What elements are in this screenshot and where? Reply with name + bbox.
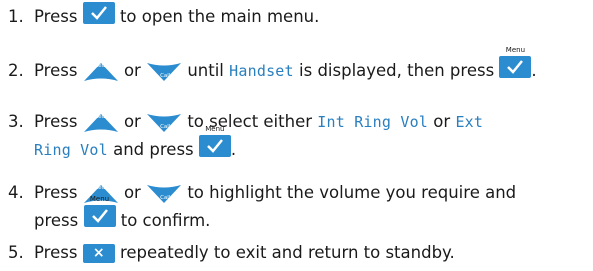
calls-caption: Calls — [160, 72, 174, 79]
calls-down-key-icon: Calls — [146, 184, 182, 204]
step-text: Press — [34, 112, 78, 131]
step-text: is displayed, then press — [299, 61, 495, 80]
checkmark-icon — [90, 5, 107, 20]
calls-down-key-icon: Calls — [146, 113, 182, 133]
step-number: 5. — [8, 243, 24, 262]
step-3: 3. Press Redial or Calls to select either… — [8, 111, 588, 161]
step-text: or — [433, 112, 451, 131]
close-icon: × — [92, 245, 105, 261]
step-text: . — [531, 61, 537, 80]
calls-caption: Calls — [160, 123, 174, 130]
calls-down-key-icon: Calls — [146, 62, 182, 82]
redial-up-key-icon: Redial — [83, 62, 119, 82]
step-2: 2. Press Redial or Calls until Handset is… — [8, 46, 588, 82]
lcd-text-handset: Handset — [229, 62, 294, 80]
step-text: Press — [34, 243, 78, 262]
checkmark-icon — [91, 209, 108, 223]
step-3-continuation: Ring Vol and press Menu . — [8, 125, 588, 161]
menu-key-icon: Menu — [82, 1, 115, 24]
step-text: until — [187, 61, 224, 80]
step-text: to confirm. — [120, 210, 211, 230]
lcd-text-ext: Ext — [455, 113, 484, 131]
redial-caption: Redial — [94, 113, 112, 120]
step-number: 1. — [8, 7, 24, 26]
step-number: 4. — [8, 183, 24, 202]
step-4-continuation: press Menu to confirm. — [8, 196, 588, 231]
step-text: press — [34, 210, 79, 230]
step-text: Press — [34, 7, 78, 26]
redial-caption: Redial — [94, 62, 112, 69]
menu-caption: Menu — [89, 195, 110, 203]
redial-caption: Redial — [94, 184, 112, 191]
step-1: 1. Press Menu to open the main menu. — [8, 1, 588, 27]
redial-up-key-icon: Redial — [83, 113, 119, 133]
menu-caption: Menu — [505, 45, 526, 54]
step-text: to open the main menu. — [119, 7, 320, 26]
menu-key-icon: Menu — [499, 46, 532, 78]
calls-caption: Calls — [160, 194, 174, 201]
checkmark-icon — [207, 138, 223, 153]
step-number: 2. — [8, 61, 24, 80]
step-text: Press — [34, 183, 78, 202]
step-text: or — [123, 183, 141, 202]
step-text: repeatedly to exit and return to standby… — [119, 243, 455, 262]
step-5: 5. Press × repeatedly to exit and return … — [8, 242, 588, 263]
step-4: 4. Press Redial or Calls to highlight the… — [8, 182, 588, 231]
lcd-text-ring-vol: Ring Vol — [34, 141, 108, 159]
step-text: or — [123, 112, 141, 131]
step-text: or — [123, 61, 141, 80]
lcd-text-int-ring-vol: Int Ring Vol — [317, 113, 429, 131]
step-text: . — [230, 140, 237, 159]
menu-key-icon: Menu — [83, 196, 116, 227]
menu-caption: Menu — [205, 124, 225, 133]
step-text: and press — [113, 140, 194, 159]
step-number: 3. — [8, 112, 24, 131]
step-text: to highlight the volume you require and — [187, 183, 517, 202]
close-key-icon: × — [82, 244, 115, 263]
menu-key-icon: Menu — [198, 125, 231, 157]
step-text: Press — [34, 61, 78, 80]
checkmark-icon — [507, 59, 524, 74]
